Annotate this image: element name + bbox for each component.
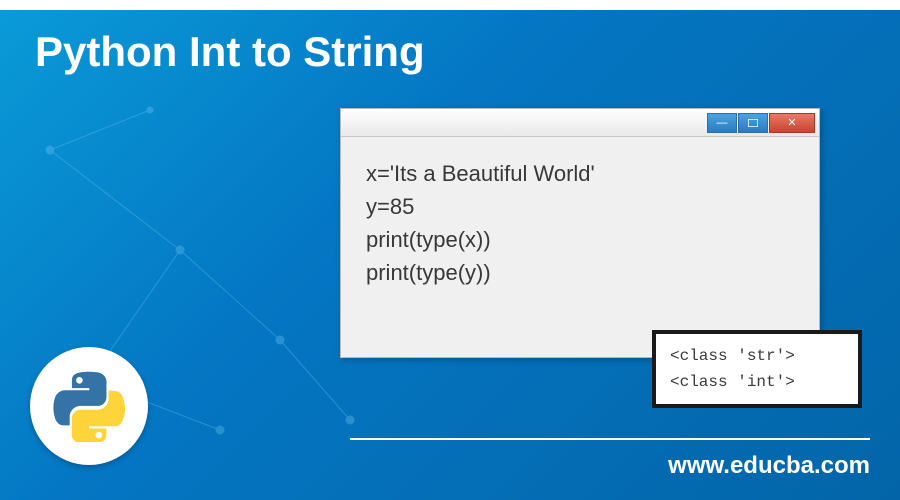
code-line-3: print(type(x)) xyxy=(366,223,794,256)
divider-line xyxy=(350,438,870,440)
output-line-2: <class 'int'> xyxy=(670,370,844,396)
code-window: — ✕ x='Its a Beautiful World' y=85 print… xyxy=(340,108,820,358)
close-button[interactable]: ✕ xyxy=(769,113,815,133)
minimize-button[interactable]: — xyxy=(707,113,737,133)
website-url: www.educba.com xyxy=(668,452,870,480)
output-box: <class 'str'> <class 'int'> xyxy=(652,330,862,408)
python-logo-icon xyxy=(53,370,125,442)
code-line-1: x='Its a Beautiful World' xyxy=(366,157,794,190)
maximize-icon xyxy=(748,119,758,127)
code-line-4: print(type(y)) xyxy=(366,256,794,289)
python-logo-container xyxy=(30,347,148,465)
maximize-button[interactable] xyxy=(738,113,768,133)
code-content: x='Its a Beautiful World' y=85 print(typ… xyxy=(341,137,819,309)
output-line-1: <class 'str'> xyxy=(670,344,844,370)
code-line-2: y=85 xyxy=(366,190,794,223)
page-title: Python Int to String xyxy=(35,28,425,76)
window-titlebar: — ✕ xyxy=(341,109,819,137)
